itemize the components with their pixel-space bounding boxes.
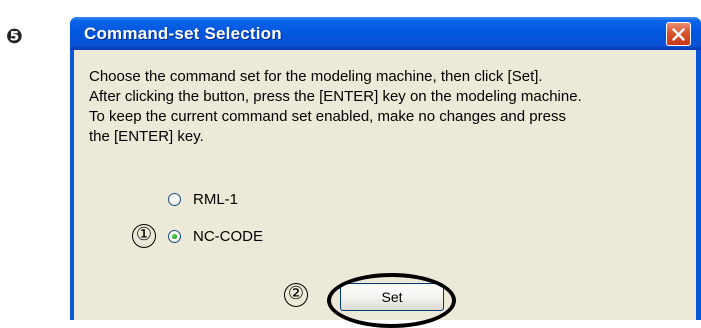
radio-option-rml1[interactable]: RML-1 (168, 189, 238, 209)
dialog-window: Command-set Selection Choose the command… (70, 17, 701, 328)
instruction-text: Choose the command set for the modeling … (89, 67, 689, 147)
close-x-icon (672, 28, 685, 41)
instruction-line: After clicking the button, press the [EN… (89, 88, 582, 105)
radio-button-rml1[interactable] (168, 192, 181, 206)
callout-marker-1: ① (132, 224, 156, 248)
instruction-line: To keep the current command set enabled,… (89, 108, 566, 125)
window-title: Command-set Selection (84, 24, 282, 43)
step-number-badge: ❺ (6, 24, 23, 48)
instruction-line: Choose the command set for the modeling … (89, 68, 543, 85)
dialog-body: Choose the command set for the modeling … (74, 50, 696, 328)
title-bar[interactable]: Command-set Selection (70, 17, 701, 50)
radio-button-nc-code[interactable] (168, 229, 181, 243)
instruction-line: the [ENTER] key. (89, 128, 204, 145)
radio-label-nc-code: NC-CODE (193, 227, 263, 245)
callout-marker-2: ② (284, 283, 308, 307)
radio-label-rml1: RML-1 (193, 190, 239, 208)
close-button[interactable] (666, 22, 691, 46)
set-button[interactable]: Set (340, 283, 444, 311)
radio-option-nc-code[interactable]: NC-CODE (168, 226, 263, 246)
